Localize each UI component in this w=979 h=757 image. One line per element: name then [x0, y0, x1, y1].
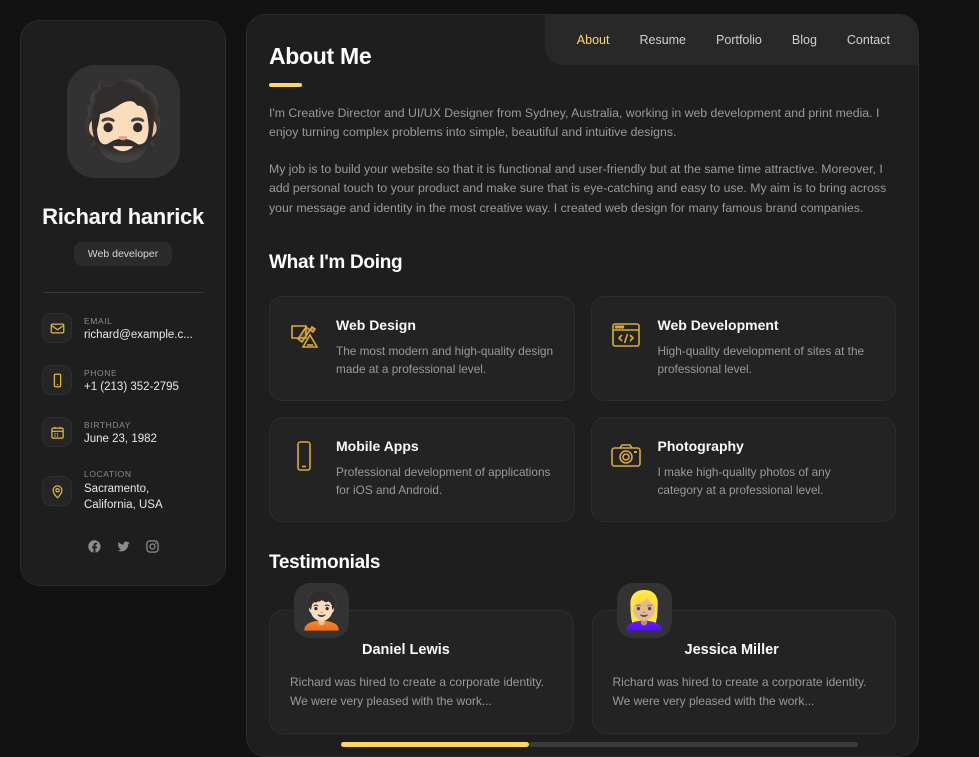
testimonial-text: Richard was hired to create a corporate … [612, 675, 867, 709]
social-links [87, 539, 160, 554]
design-pencil-ruler-icon [288, 317, 320, 380]
contact-value: Sacramento, California, USA [84, 483, 163, 511]
what-im-doing-heading: What I'm Doing [269, 252, 403, 274]
calendar-icon [42, 417, 72, 447]
service-card-web-design[interactable]: Web Design The most modern and high-qual… [269, 296, 575, 402]
main-panel: About Resume Portfolio Blog Contact Abou… [246, 14, 919, 757]
contact-list: EMAIL richard@example.c... PHONE +1 (213… [37, 313, 209, 513]
testimonial-card-jessica-miller[interactable]: 👱🏼‍♀️ Jessica Miller Richard was hired t… [591, 583, 896, 735]
title-underline [269, 83, 302, 87]
service-title: Web Design [336, 317, 416, 334]
testimonial-card-daniel-lewis[interactable]: 🧑🏻‍🦱 Daniel Lewis Richard was hired to c… [269, 583, 574, 735]
carousel-progress-active [341, 742, 529, 747]
service-card-photography[interactable]: Photography I make high-quality photos o… [590, 417, 896, 523]
facebook-icon[interactable] [87, 539, 102, 554]
contact-value: richard@example.c... [84, 328, 193, 341]
contact-item-email[interactable]: EMAIL richard@example.c... [42, 313, 209, 343]
sidebar-divider [43, 292, 203, 293]
nav-item-blog[interactable]: Blog [792, 33, 817, 47]
camera-icon [610, 438, 642, 501]
nav-item-portfolio[interactable]: Portfolio [716, 33, 762, 47]
profile-sidebar: 🧔🏻 Richard hanrick Web developer EMAIL r… [20, 20, 226, 586]
about-paragraph-2: My job is to build your website so that … [269, 161, 887, 215]
code-window-icon [610, 317, 642, 380]
carousel-progress-bar[interactable] [341, 742, 858, 747]
mail-icon [42, 313, 72, 343]
testimonials-heading: Testimonials [269, 552, 381, 574]
service-card-mobile-apps[interactable]: Mobile Apps Professional development of … [269, 417, 575, 523]
contact-item-location: LOCATION Sacramento, California, USA [42, 469, 209, 513]
service-description: High-quality development of sites at the… [657, 344, 865, 377]
service-title: Mobile Apps [336, 438, 419, 455]
contact-value: June 23, 1982 [84, 432, 157, 445]
smartphone-icon [288, 438, 320, 501]
testimonial-name: Daniel Lewis [362, 642, 450, 659]
contact-label: BIRTHDAY [84, 419, 131, 430]
avatar-emoji: 🧔🏻 [75, 78, 171, 164]
avatar: 👱🏼‍♀️ [616, 583, 672, 639]
service-description: Professional development of applications… [336, 465, 551, 498]
service-title: Web Development [657, 317, 779, 334]
nav-item-resume[interactable]: Resume [639, 33, 686, 47]
contact-label: LOCATION [84, 469, 132, 479]
carousel-progress-track [529, 742, 858, 747]
service-description: The most modern and high-quality design … [336, 344, 554, 377]
contact-label: PHONE [84, 367, 118, 378]
profile-name: Richard hanrick [42, 204, 204, 229]
service-title: Photography [657, 438, 744, 455]
phone-icon [42, 365, 72, 395]
service-card-web-development[interactable]: Web Development High-quality development… [590, 296, 896, 402]
service-description: I make high-quality photos of any catego… [657, 465, 831, 498]
nav-item-contact[interactable]: Contact [847, 33, 890, 47]
about-paragraph-1: I'm Creative Director and UI/UX Designer… [269, 106, 880, 140]
service-card-grid: Web Design The most modern and high-qual… [269, 296, 896, 523]
testimonial-name: Jessica Miller [684, 642, 779, 659]
nav-item-about[interactable]: About [577, 33, 610, 47]
contact-item-birthday: BIRTHDAY June 23, 1982 [42, 417, 209, 447]
contact-value: +1 (213) 352-2795 [84, 380, 179, 393]
avatar-emoji: 👱🏼‍♀️ [620, 590, 668, 632]
avatar: 🧔🏻 [66, 65, 180, 178]
contact-item-phone[interactable]: PHONE +1 (213) 352-2795 [42, 365, 209, 395]
avatar-emoji: 🧑🏻‍🦱 [298, 590, 345, 632]
location-icon [42, 476, 72, 507]
contact-label: EMAIL [84, 315, 113, 326]
testimonial-text: Richard was hired to create a corporate … [290, 675, 544, 709]
page-content: About Me I'm Creative Director and UI/UX… [247, 15, 918, 735]
avatar: 🧑🏻‍🦱 [294, 583, 349, 639]
testimonial-grid: 🧑🏻‍🦱 Daniel Lewis Richard was hired to c… [269, 583, 896, 735]
main-navbar: About Resume Portfolio Blog Contact [544, 15, 918, 65]
profile-role-badge: Web developer [73, 242, 173, 266]
instagram-icon[interactable] [145, 539, 160, 554]
twitter-icon[interactable] [116, 539, 131, 554]
